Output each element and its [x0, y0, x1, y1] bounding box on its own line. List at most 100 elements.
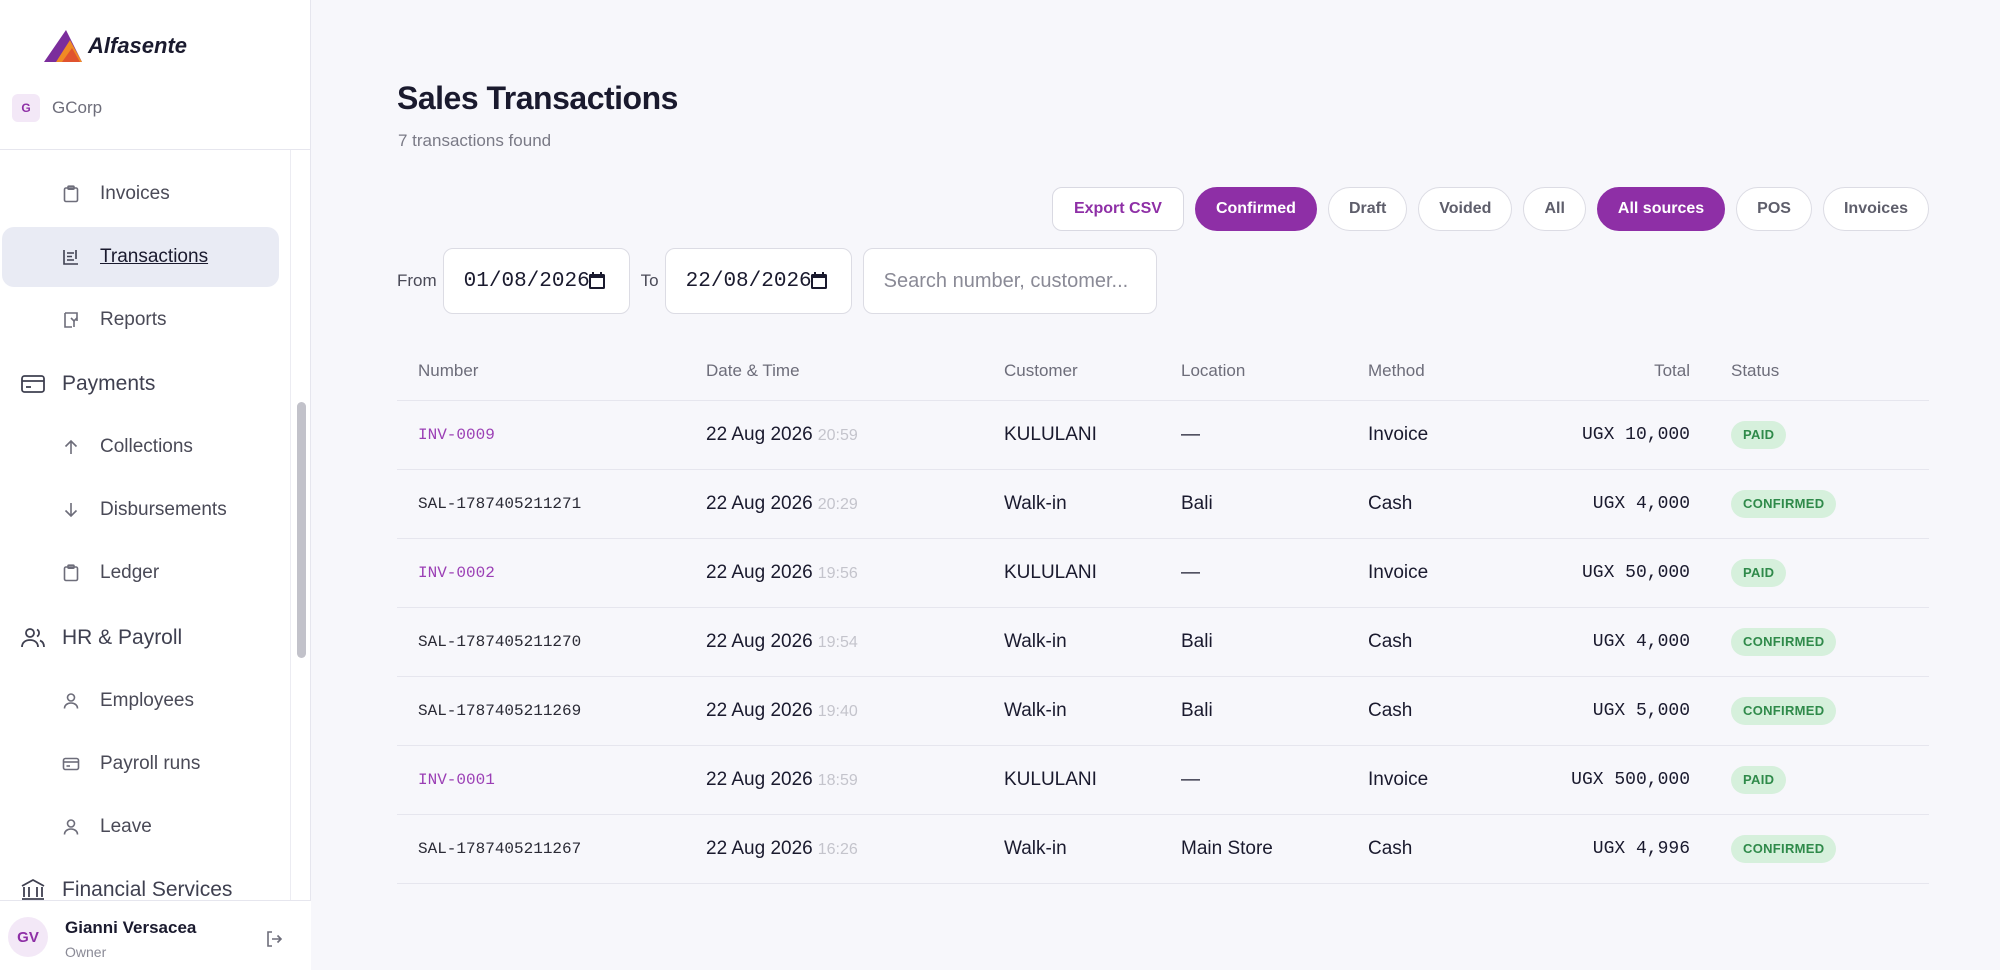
sidebar-item-reports[interactable]: Reports [2, 290, 279, 350]
transaction-method: Invoice [1368, 562, 1429, 583]
status-cell: PAID [1731, 559, 1787, 587]
status-cell: CONFIRMED [1731, 697, 1837, 725]
clipboard-icon [62, 564, 80, 582]
calendar-icon[interactable] [809, 271, 829, 291]
user-profile: GV Gianni Versacea Owner [0, 900, 311, 970]
transaction-customer: Walk-in [1004, 838, 1067, 859]
transaction-datetime: 22 Aug 2026 19:54 [706, 631, 858, 653]
transaction-datetime: 22 Aug 2026 19:40 [706, 700, 858, 722]
table-row[interactable]: SAL-1787405211271 22 Aug 2026 20:29 Walk-in… [397, 470, 1929, 539]
transaction-date: 22 Aug 2026 [706, 424, 813, 445]
page-title: Sales Transactions [397, 80, 678, 116]
transaction-time: 16:26 [817, 841, 858, 858]
logout-icon[interactable] [264, 929, 284, 949]
sidebar-section-label: Financial Services [62, 878, 233, 900]
column-location[interactable]: Location [1181, 361, 1245, 381]
sidebar-item-disbursements[interactable]: Disbursements [2, 480, 279, 540]
org-badge: G [12, 94, 40, 122]
column-status[interactable]: Status [1731, 361, 1779, 381]
sidebar-item-invoices[interactable]: Invoices [2, 164, 279, 224]
transaction-date: 22 Aug 2026 [706, 769, 813, 790]
column-date-time[interactable]: Date & Time [706, 361, 800, 381]
column-total[interactable]: Total [1654, 361, 1690, 381]
transaction-method: Cash [1368, 838, 1413, 859]
table-row[interactable]: SAL-1787405211267 22 Aug 2026 16:26 Walk-in… [397, 815, 1929, 884]
status-badge: PAID [1731, 421, 1787, 449]
transaction-total: UGX 4,000 [1592, 494, 1690, 514]
sidebar-section-hr-payroll[interactable]: HR & Payroll [20, 618, 182, 658]
status-badge: CONFIRMED [1731, 697, 1837, 725]
filter-all-sources[interactable]: All sources [1596, 187, 1726, 231]
to-date-input[interactable]: 22/08/2026 [664, 248, 852, 314]
brand-name: Alfasente [88, 33, 188, 58]
sidebar-scrollbar[interactable] [290, 150, 311, 900]
transaction-number[interactable]: INV-0001 [418, 771, 495, 789]
from-label: From [397, 271, 437, 290]
table-row[interactable]: SAL-1787405211270 22 Aug 2026 19:54 Walk-in… [397, 608, 1929, 677]
sidebar-item-employees[interactable]: Employees [2, 671, 279, 731]
transaction-time: 20:29 [817, 496, 858, 513]
from-date-input[interactable]: 01/08/2026 [442, 248, 630, 314]
sidebar-item-leave[interactable]: Leave [2, 797, 279, 857]
transaction-number: SAL-1787405211269 [418, 702, 582, 720]
date-range: From 01/08/2026 To 22/08/2026 Search num… [397, 248, 1157, 314]
export-csv-button[interactable]: Export CSV [1051, 187, 1184, 231]
status-cell: PAID [1731, 766, 1787, 794]
search-input[interactable]: Search number, customer... [862, 248, 1157, 314]
transaction-method: Invoice [1368, 424, 1429, 445]
status-badge: PAID [1731, 766, 1787, 794]
org-switcher[interactable]: G GCorp [12, 94, 102, 122]
transaction-location: Bali [1181, 631, 1213, 652]
sidebar-item-label: Payroll runs [100, 753, 201, 774]
from-date-value: 01/08/2026 [463, 269, 590, 293]
sidebar-item-transactions[interactable]: Transactions [2, 227, 279, 287]
avatar[interactable]: GV [8, 917, 48, 957]
transaction-time: 19:40 [817, 703, 858, 720]
filter-all[interactable]: All [1523, 187, 1586, 231]
sidebar-item-label: Reports [100, 309, 167, 330]
sidebar-item-label: Leave [100, 816, 152, 837]
transaction-date: 22 Aug 2026 [706, 493, 813, 514]
table-row[interactable]: INV-0009 22 Aug 2026 20:59 KULULANI — Invoice… [397, 401, 1929, 470]
filter-draft[interactable]: Draft [1327, 187, 1408, 231]
sidebar-section-payments[interactable]: Payments [20, 364, 155, 404]
arrow-up-icon [62, 438, 80, 456]
sidebar-item-payroll-runs[interactable]: Payroll runs [2, 734, 279, 794]
sidebar-item-label: Ledger [100, 562, 160, 583]
sidebar-item-collections[interactable]: Collections [2, 417, 279, 477]
column-number[interactable]: Number [418, 361, 478, 381]
sidebar-item-label: Disbursements [100, 499, 227, 520]
main-content: Sales Transactions 7 transactions found … [311, 0, 2000, 970]
filter-invoices[interactable]: Invoices [1822, 187, 1929, 231]
transaction-number[interactable]: INV-0009 [418, 426, 495, 444]
filter-pos[interactable]: POS [1736, 187, 1812, 231]
sidebar-scrollbar-thumb[interactable] [297, 402, 306, 658]
transaction-method: Invoice [1368, 769, 1429, 790]
sidebar-nav: Invoices Transactions Reports Payments C… [0, 150, 290, 900]
transaction-time: 20:59 [817, 427, 858, 444]
transaction-time: 19:56 [817, 565, 858, 582]
status-badge: CONFIRMED [1731, 628, 1837, 656]
column-method[interactable]: Method [1368, 361, 1425, 381]
transaction-customer: KULULANI [1004, 769, 1097, 790]
table-row[interactable]: INV-0002 22 Aug 2026 19:56 KULULANI — Invoice… [397, 539, 1929, 608]
table-row[interactable]: SAL-1787405211269 22 Aug 2026 19:40 Walk-in… [397, 677, 1929, 746]
brand[interactable]: Alfasente [42, 28, 187, 64]
filter-voided[interactable]: Voided [1418, 187, 1513, 231]
status-cell: CONFIRMED [1731, 835, 1837, 863]
calendar-icon[interactable] [587, 271, 607, 291]
transaction-count: 7 transactions found [398, 131, 552, 150]
sidebar-section-financial-services[interactable]: Financial Services [20, 870, 232, 900]
filter-confirmed[interactable]: Confirmed [1194, 187, 1317, 231]
transaction-total: UGX 4,996 [1592, 839, 1690, 859]
column-customer[interactable]: Customer [1004, 361, 1078, 381]
transaction-location: Main Store [1181, 838, 1273, 859]
arrow-down-icon [62, 501, 80, 519]
transaction-number[interactable]: INV-0002 [418, 564, 495, 582]
sidebar-section-label: HR & Payroll [62, 626, 183, 649]
users-icon [20, 625, 46, 651]
sidebar-item-ledger[interactable]: Ledger [2, 543, 279, 603]
table-row[interactable]: INV-0001 22 Aug 2026 18:59 KULULANI — Invoice… [397, 746, 1929, 815]
transaction-date: 22 Aug 2026 [706, 631, 813, 652]
transaction-location: — [1181, 424, 1200, 445]
